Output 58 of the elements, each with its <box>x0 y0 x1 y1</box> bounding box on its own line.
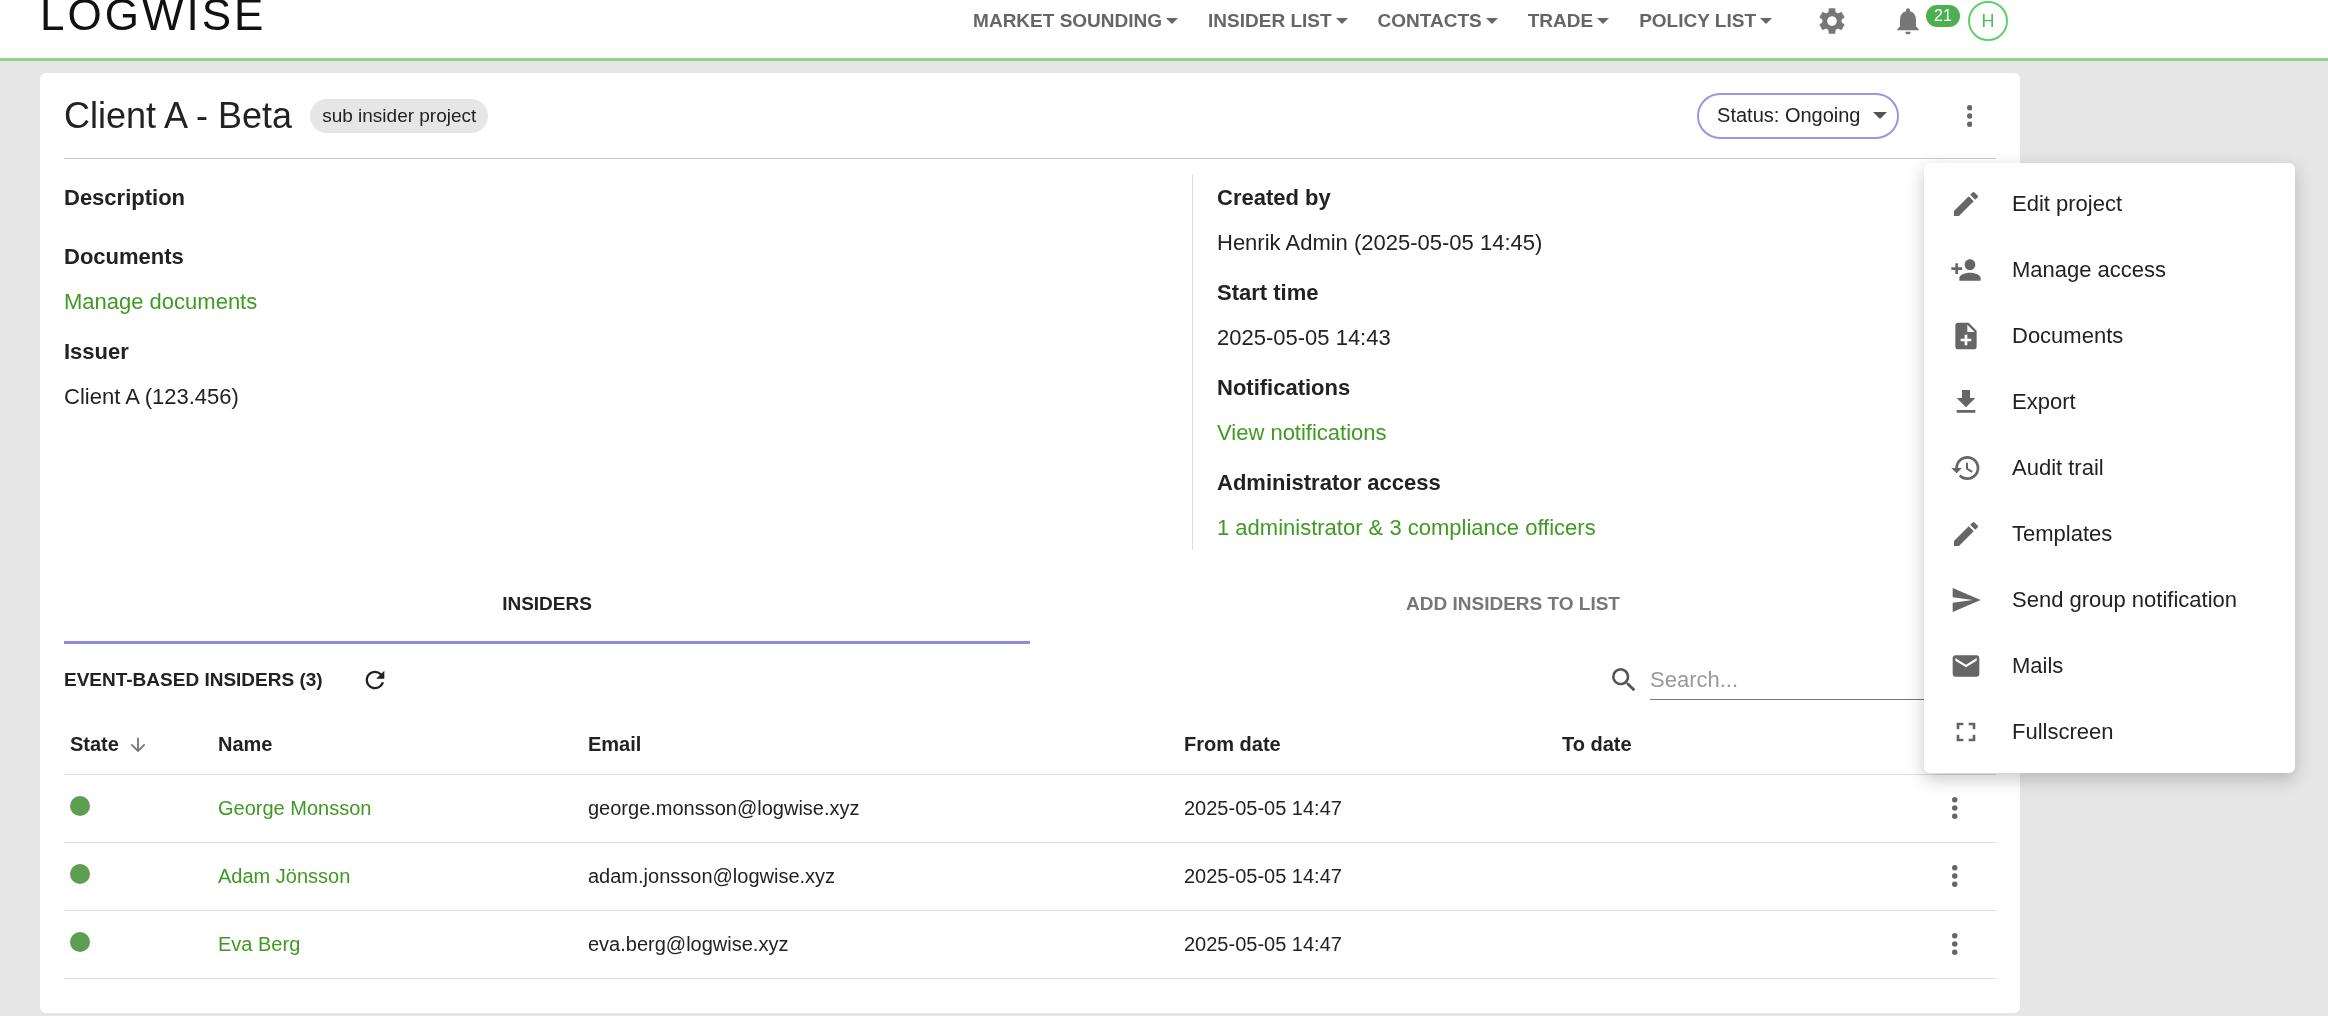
from-date-cell: 2025-05-05 14:47 <box>1178 910 1556 978</box>
notification-badge: 21 <box>1926 5 1960 27</box>
insider-name-link[interactable]: George Monsson <box>218 796 372 819</box>
field-link[interactable]: Manage documents <box>64 279 258 324</box>
menu-item[interactable]: Documents <box>1924 303 2295 369</box>
menu-item[interactable]: Templates <box>1924 501 2295 567</box>
menu-item[interactable]: Edit project <box>1924 171 2295 237</box>
email-cell: adam.jonsson@logwise.xyz <box>582 842 1178 910</box>
nav-menu-button[interactable]: MARKET SOUNDING <box>973 10 1179 32</box>
caret-icon <box>1872 112 1887 119</box>
logo: LOGWISE <box>40 0 267 36</box>
status-dropdown[interactable]: Status: Ongoing <box>1697 92 1899 139</box>
more-button[interactable] <box>1966 104 1972 127</box>
field-label: Documents <box>64 243 184 271</box>
field-label: Start time <box>1217 279 1319 307</box>
nav-menu-button[interactable]: CONTACTS <box>1377 10 1498 32</box>
column-header: Email <box>582 716 1178 774</box>
field-label: Notifications <box>1217 374 1351 402</box>
field-value: Henrik Admin (2025-05-05 14:45) <box>1217 229 1543 257</box>
caret-icon <box>1760 18 1772 24</box>
email-cell: eva.berg@logwise.xyz <box>582 910 1178 978</box>
from-date-cell: 2025-05-05 14:47 <box>1178 842 1556 910</box>
menu-item[interactable]: Export <box>1924 369 2295 435</box>
nav-menu-button[interactable]: POLICY LIST <box>1639 10 1772 32</box>
caret-icon <box>1485 18 1498 24</box>
nav-menu-button[interactable]: INSIDER LIST <box>1208 10 1348 32</box>
more-icon <box>1952 797 1958 819</box>
field-value: Client A (123.456) <box>64 383 239 411</box>
insider-name-link[interactable]: Adam Jönsson <box>218 864 351 887</box>
row-more-button[interactable] <box>1952 933 1958 955</box>
row-more-button[interactable] <box>1952 865 1958 887</box>
menu-item[interactable]: Audit trail <box>1924 435 2295 501</box>
field-label: Description <box>64 184 186 212</box>
more-icon <box>1952 865 1958 887</box>
email-cell: george.monsson@logwise.xyz <box>582 774 1178 842</box>
more-icon <box>1966 104 1972 127</box>
insider-name-link[interactable]: Eva Berg <box>218 932 301 955</box>
caret-icon <box>1166 18 1179 24</box>
field-value: 2025-05-05 14:43 <box>1217 324 1391 352</box>
row-more-button[interactable] <box>1952 797 1958 819</box>
from-date-cell: 2025-05-05 14:47 <box>1178 774 1556 842</box>
field-label: Created by <box>1217 184 1331 212</box>
caret-icon <box>1597 18 1610 24</box>
column-header: State <box>64 716 212 774</box>
column-header: Name <box>212 716 582 774</box>
field-label: Administrator access <box>1217 469 1441 497</box>
field-link[interactable]: View notifications <box>1217 410 1387 455</box>
caret-icon <box>1335 18 1348 24</box>
nav-menu-button[interactable]: TRADE <box>1527 10 1610 32</box>
field-link[interactable]: 1 administrator & 3 compliance officers <box>1217 505 1596 550</box>
section-title: EVENT-BASED INSIDERS (3) <box>64 669 323 691</box>
field-label: Issuer <box>64 338 129 366</box>
project-chip: sub insider project <box>310 98 489 133</box>
project-title: Client A - Beta <box>64 94 293 137</box>
column-header: From date <box>1178 716 1556 774</box>
menu-item[interactable]: Manage access <box>1924 237 2295 303</box>
tab[interactable]: INSIDERS <box>64 566 1030 644</box>
more-icon <box>1952 933 1958 955</box>
